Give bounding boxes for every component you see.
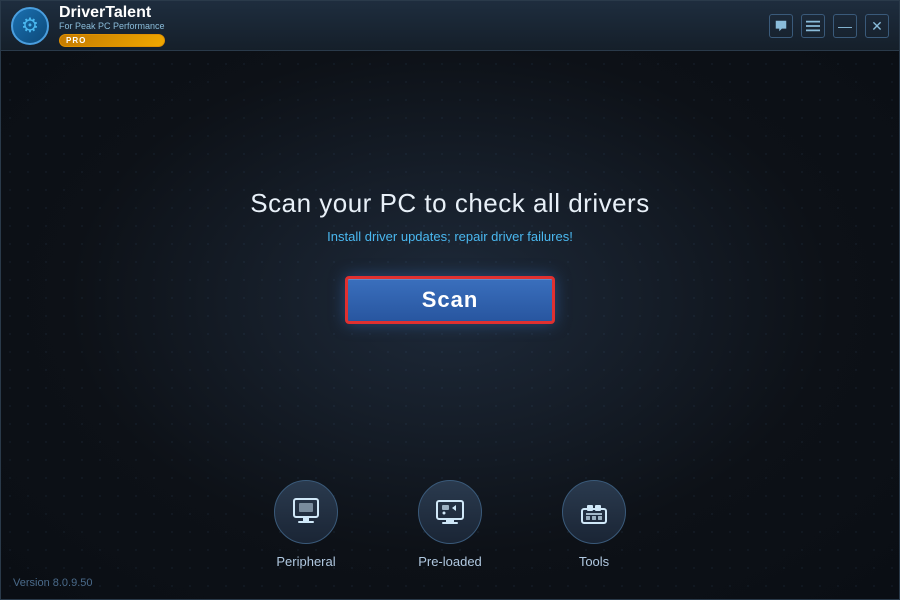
bottom-toolbar: Peripheral Pre-loaded	[1, 460, 899, 599]
preloaded-label: Pre-loaded	[418, 554, 482, 569]
minimize-icon: —	[838, 19, 852, 33]
tools-label: Tools	[579, 554, 609, 569]
peripheral-icon	[289, 495, 323, 529]
close-icon: ✕	[871, 19, 883, 33]
preloaded-icon	[433, 495, 467, 529]
preloaded-item[interactable]: Pre-loaded	[418, 480, 482, 569]
title-bar-controls: — ✕	[769, 14, 889, 38]
tools-item[interactable]: Tools	[562, 480, 626, 569]
title-bar: DriverTalent For Peak PC Performance PRO…	[1, 1, 899, 51]
chat-button[interactable]	[769, 14, 793, 38]
close-button[interactable]: ✕	[865, 14, 889, 38]
peripheral-item[interactable]: Peripheral	[274, 480, 338, 569]
main-subheadline: Install driver updates; repair driver fa…	[327, 229, 573, 244]
scan-button[interactable]: Scan	[345, 276, 555, 324]
version-text: Version 8.0.9.50	[13, 577, 93, 589]
logo-text: DriverTalent For Peak PC Performance PRO	[59, 4, 165, 47]
logo-area: DriverTalent For Peak PC Performance PRO	[11, 4, 165, 47]
menu-button[interactable]	[801, 14, 825, 38]
tools-icon	[577, 495, 611, 529]
main-content: Scan your PC to check all drivers Instal…	[1, 51, 899, 460]
tools-icon-wrap	[562, 480, 626, 544]
pro-badge: PRO	[59, 34, 165, 47]
app-title: DriverTalent	[59, 4, 165, 22]
peripheral-label: Peripheral	[276, 554, 335, 569]
minimize-button[interactable]: —	[833, 14, 857, 38]
app-logo-icon	[11, 7, 49, 45]
main-headline: Scan your PC to check all drivers	[250, 188, 649, 219]
app-window: DriverTalent For Peak PC Performance PRO…	[0, 0, 900, 600]
peripheral-icon-wrap	[274, 480, 338, 544]
app-tagline: For Peak PC Performance	[59, 21, 165, 32]
preloaded-icon-wrap	[418, 480, 482, 544]
